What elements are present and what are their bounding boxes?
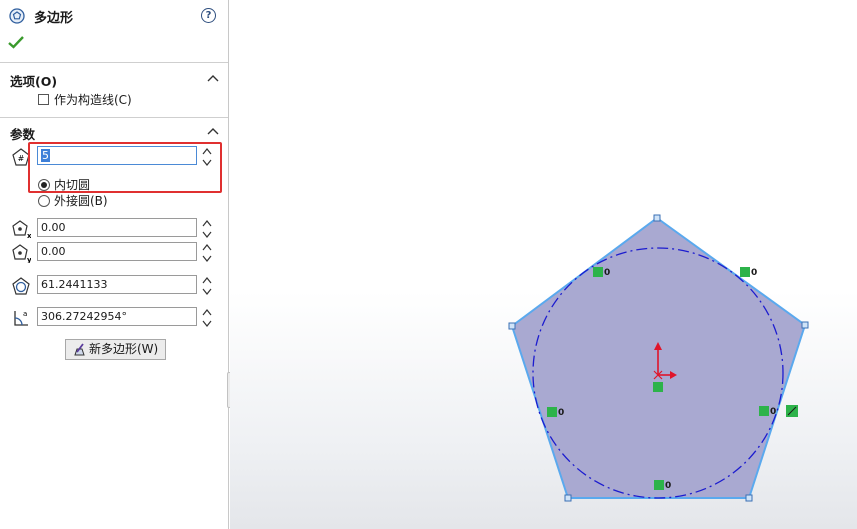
vertex-handle [653,214,661,222]
angle-icon: a [14,310,28,326]
graphics-canvas[interactable]: 0 0 0 0 0 [230,0,857,529]
params-section-header[interactable]: 参数 [10,124,35,143]
svg-text:#: # [18,154,25,163]
vertex-handle [801,321,809,329]
svg-text:y: y [27,256,31,263]
circumscribed-radio[interactable] [38,195,50,207]
sketch-svg [508,214,809,502]
relation-label: 0 [665,481,672,491]
center-y-icon: y [12,244,31,263]
collapse-chevron-icon[interactable] [207,74,219,82]
construction-checkbox-label: 作为构造线(C) [54,93,132,107]
relation-label: 0 [604,268,611,278]
confirm-checkmark-icon[interactable] [8,35,24,49]
separator [0,117,228,118]
center-y-input[interactable]: 0.00 [37,242,197,261]
options-section-header[interactable]: 选项(O) [10,71,57,90]
svg-text:x: x [27,232,31,239]
new-polygon-label: 新多边形(W) [89,342,159,356]
diameter-input[interactable]: 61.2441133 [37,275,197,294]
collapse-chevron-icon[interactable] [207,127,219,135]
vertex-handle [745,494,753,502]
inscribed-label: 内切圆 [54,178,91,192]
tangent-relation-icon [740,267,750,277]
center-x-icon: x [12,220,31,239]
svg-text:a: a [23,310,27,318]
diameter-spinner[interactable] [201,275,213,297]
panel-title: 多边形 [34,11,74,26]
new-polygon-button[interactable]: 新多边形(W) [65,339,166,360]
tangent-relation-icon [547,407,557,417]
help-icon[interactable]: ? [201,8,216,23]
angle-spinner[interactable] [201,307,213,329]
center-x-spinner[interactable] [201,218,213,240]
tangent-relation-icon [654,480,664,490]
relation-label: 0 [751,268,758,278]
vertex-handle [508,322,516,330]
center-x-input[interactable]: 0.00 [37,218,197,237]
vertex-handle [564,494,572,502]
polygon-tool-icon [9,8,25,24]
separator [0,62,228,63]
construction-checkbox[interactable] [38,94,49,105]
circumscribed-label: 外接圆(B) [54,194,108,208]
angle-input[interactable]: 306.27242954° [37,307,197,326]
relation-label: 0 [558,408,565,418]
new-polygon-icon [74,343,85,356]
tangent-relation-icon [593,267,603,277]
center-y-spinner[interactable] [201,242,213,264]
tangent-relation-icon [759,406,769,416]
property-manager-panel: 多边形 ? 选项(O) 作为构造线(C) 参数 # 5 内切圆 外接圆(B) x… [0,0,236,529]
relation-label: 0 [770,407,777,417]
center-relation-icon [653,382,663,392]
circle-diameter-icon [12,277,30,295]
inscribed-radio[interactable] [38,179,50,191]
